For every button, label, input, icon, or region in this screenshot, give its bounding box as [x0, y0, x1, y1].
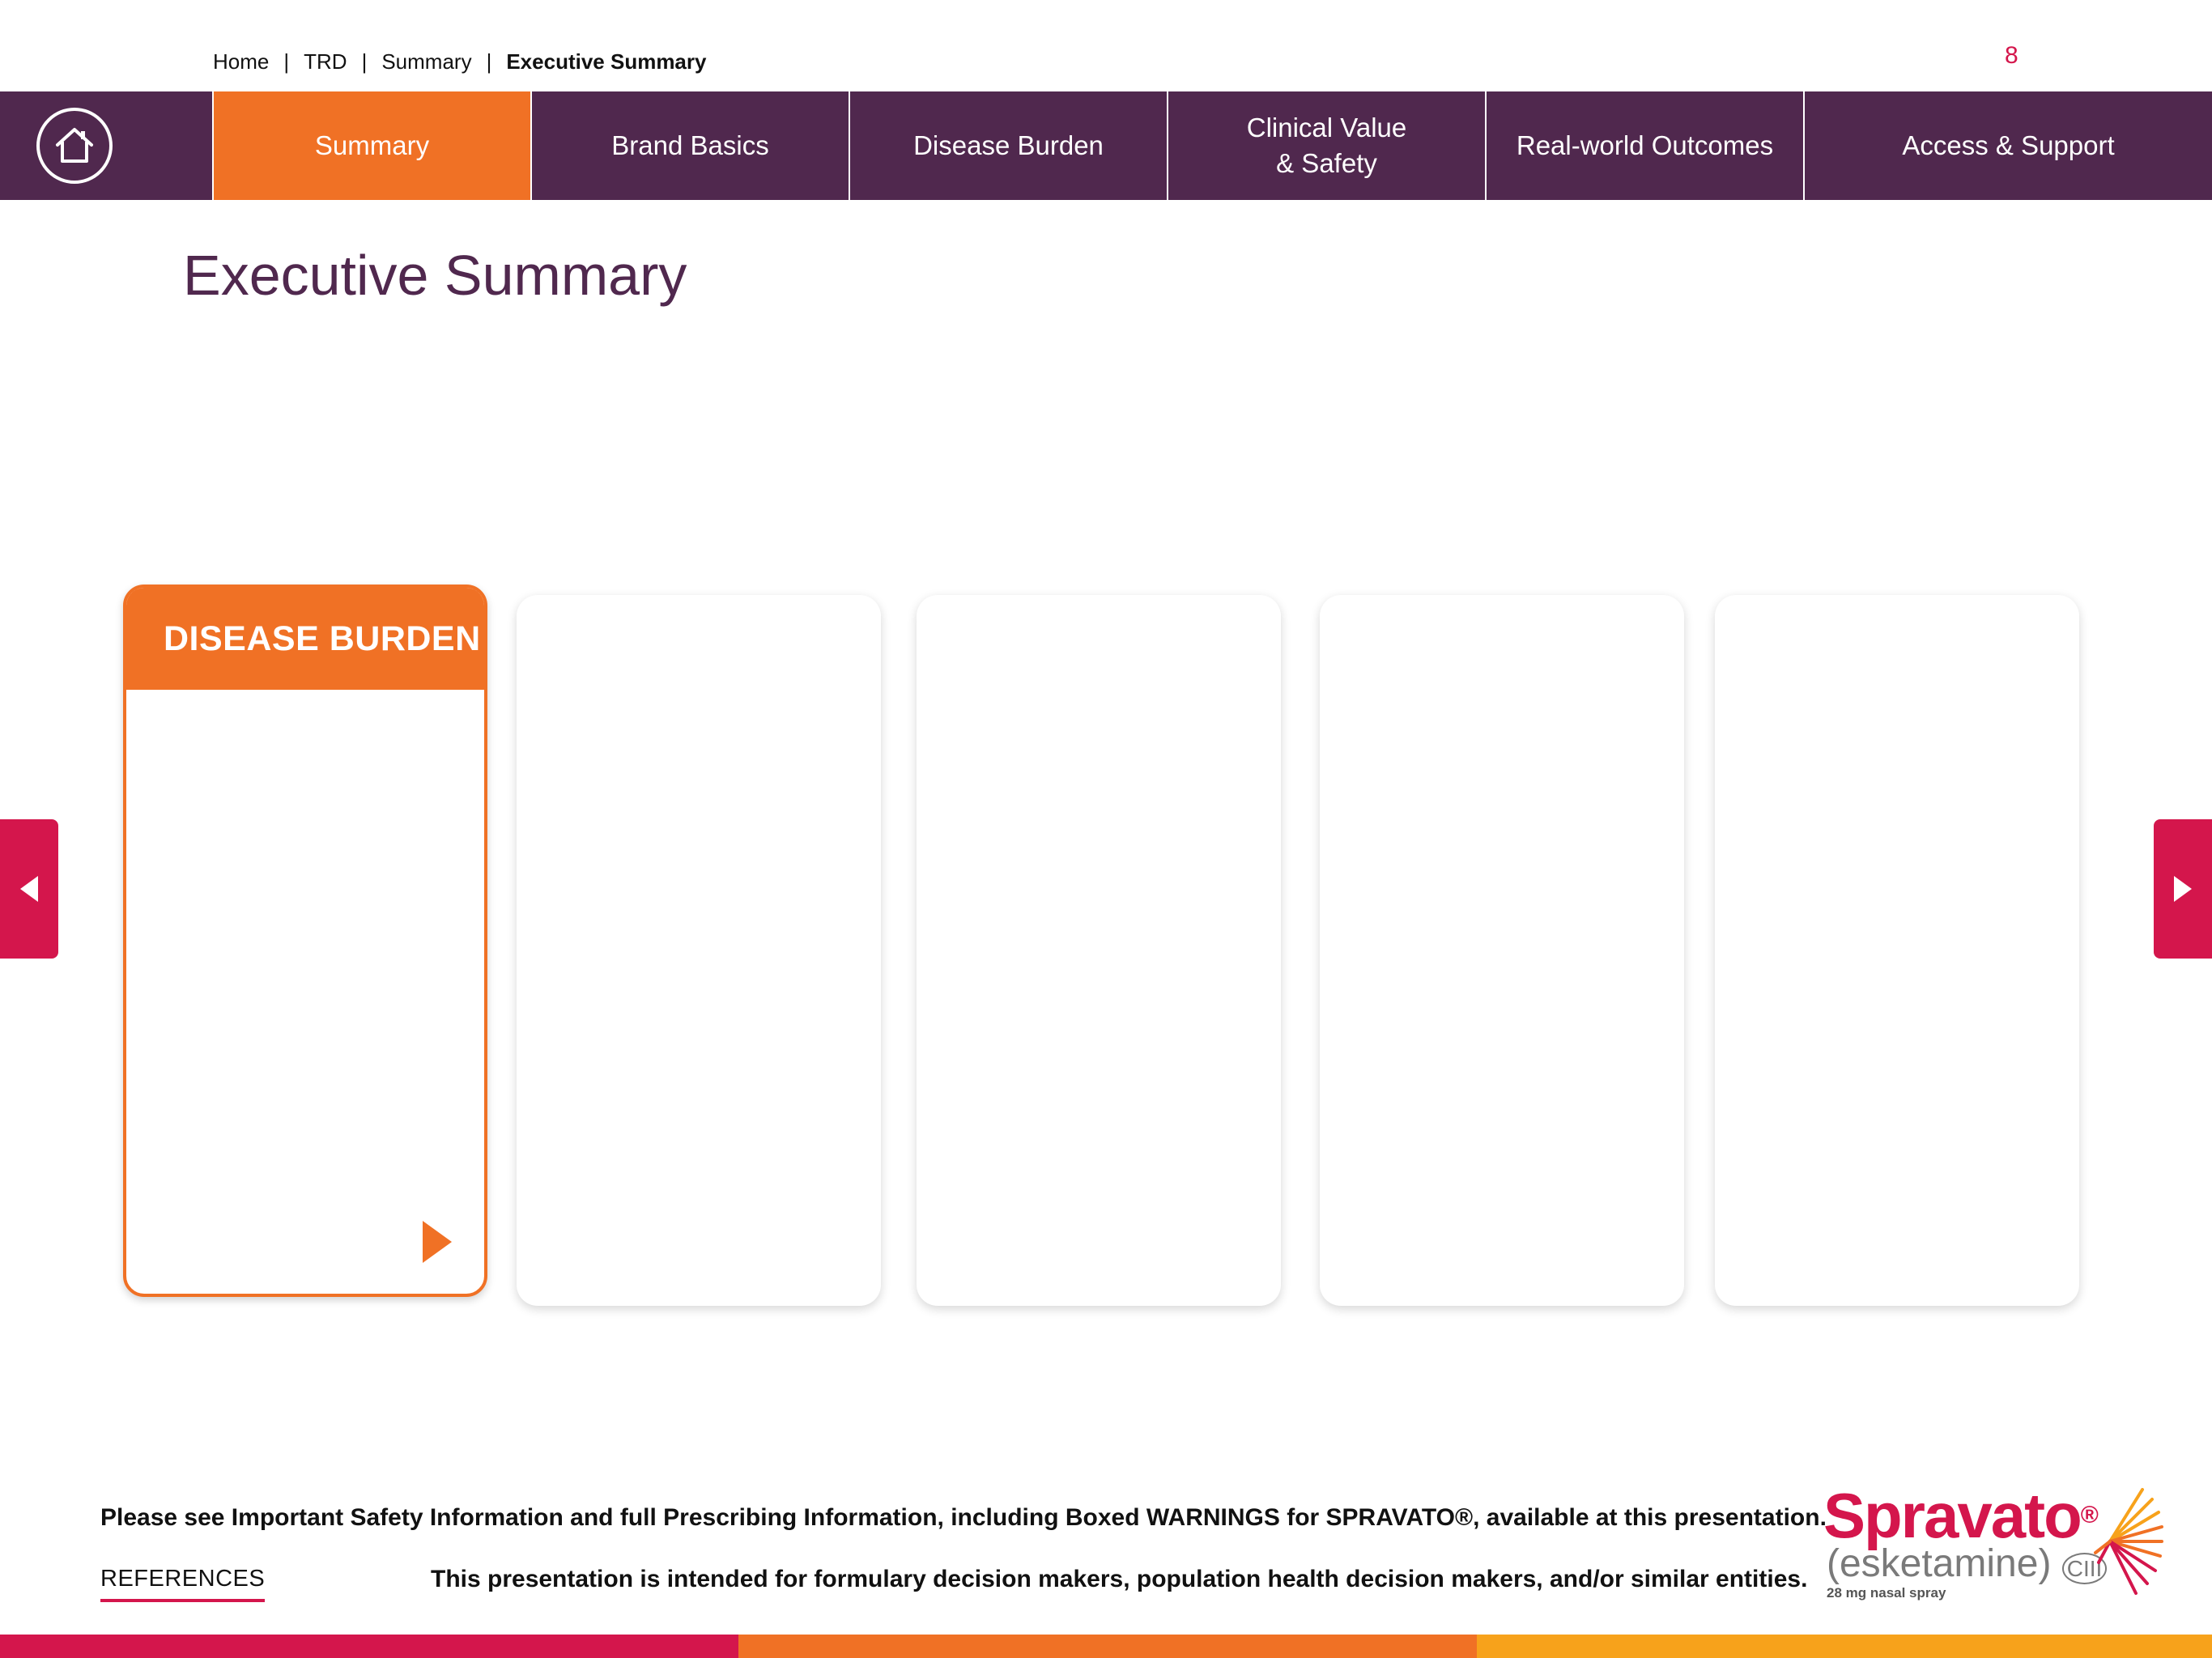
- card-placeholder-3[interactable]: [1320, 595, 1684, 1306]
- tab-label: Disease Burden: [913, 130, 1104, 160]
- page-number: 8: [2005, 42, 2018, 69]
- breadcrumb-home[interactable]: Home: [213, 49, 269, 74]
- brand-dose: 28 mg nasal spray: [1827, 1585, 1946, 1601]
- card-header: DISEASE BURDEN: [126, 588, 484, 690]
- brand-logo: Spravato® (esketamine) CIII 28 mg nasal …: [1823, 1482, 2163, 1603]
- next-arrow-icon: [2174, 876, 2192, 902]
- breadcrumb-separator: |: [361, 49, 368, 74]
- tab-brand-basics[interactable]: Brand Basics: [532, 91, 850, 200]
- tab-summary[interactable]: Summary: [214, 91, 532, 200]
- breadcrumb-separator: |: [283, 49, 290, 74]
- brand-generic-text: (esketamine): [1827, 1542, 2052, 1585]
- stripe-yellow: [1477, 1635, 2212, 1658]
- tab-label: Access & Support: [1902, 130, 2115, 160]
- breadcrumb-summary[interactable]: Summary: [381, 49, 471, 74]
- tab-label: Summary: [314, 130, 430, 160]
- play-arrow-icon[interactable]: [423, 1221, 452, 1263]
- breadcrumb: Home | TRD | Summary | Executive Summary: [213, 45, 706, 78]
- tab-label: Clinical Value & Safety: [1246, 113, 1407, 178]
- main-nav: Summary Brand Basics Disease Burden Clin…: [0, 91, 2212, 200]
- breadcrumb-current: Executive Summary: [506, 49, 707, 74]
- tab-access-support[interactable]: Access & Support: [1805, 91, 2212, 200]
- card-disease-burden[interactable]: DISEASE BURDEN: [123, 585, 487, 1297]
- card-placeholder-2[interactable]: [917, 595, 1281, 1306]
- home-cell: [0, 91, 214, 200]
- tab-disease-burden[interactable]: Disease Burden: [850, 91, 1168, 200]
- tab-clinical-value-safety[interactable]: Clinical Value & Safety: [1168, 91, 1487, 200]
- breadcrumb-trd[interactable]: TRD: [304, 49, 347, 74]
- stripe-orange: [738, 1635, 1477, 1658]
- next-button[interactable]: [2154, 819, 2212, 959]
- page-title: Executive Summary: [183, 244, 687, 307]
- previous-button[interactable]: [0, 819, 58, 959]
- breadcrumb-separator: |: [486, 49, 492, 74]
- references-link[interactable]: REFERENCES: [100, 1566, 266, 1602]
- tab-label: Brand Basics: [611, 130, 769, 160]
- card-placeholder-4[interactable]: [1715, 595, 2079, 1306]
- stripe-red: [0, 1635, 738, 1658]
- tab-real-world-outcomes[interactable]: Real-world Outcomes: [1487, 91, 1805, 200]
- footer-color-stripe: [0, 1635, 2212, 1658]
- home-icon: [56, 128, 93, 163]
- audience-disclaimer-text: This presentation is intended for formul…: [431, 1566, 1808, 1592]
- previous-arrow-icon: [20, 876, 38, 902]
- card-placeholder-1[interactable]: [517, 595, 881, 1306]
- sunburst-icon: [2094, 1488, 2163, 1595]
- home-button[interactable]: [36, 108, 113, 184]
- tab-label: Real-world Outcomes: [1516, 130, 1774, 160]
- safety-information-text: Please see Important Safety Information …: [100, 1504, 1827, 1531]
